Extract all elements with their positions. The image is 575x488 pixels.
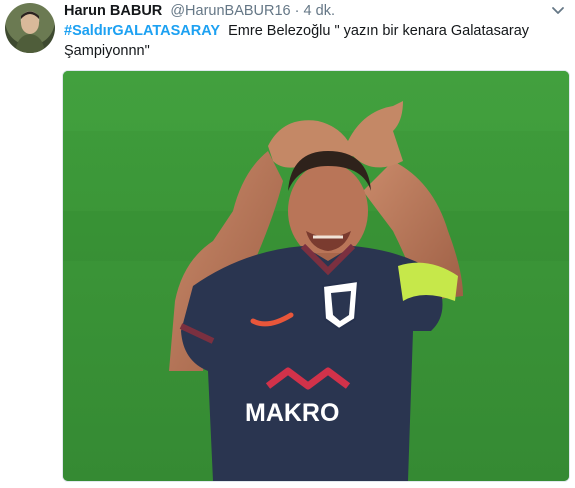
tweet-text: #SaldırGALATASARAY Emre Belezoğlu " yazı…	[64, 21, 544, 61]
tweet-timestamp[interactable]: 4 dk.	[304, 3, 335, 19]
tweet[interactable]: Harun BABUR @HarunBABUR16 · 4 dk. #Saldı…	[0, 0, 575, 488]
tweet-header: Harun BABUR @HarunBABUR16 · 4 dk.	[64, 1, 335, 21]
avatar[interactable]	[5, 3, 55, 53]
separator-dot: ·	[294, 3, 300, 19]
jersey-sponsor: MAKRO	[245, 399, 339, 427]
hashtag-link[interactable]: #SaldırGALATASARAY	[64, 23, 220, 39]
tweet-photo[interactable]: MAKRO	[62, 70, 570, 482]
author-handle[interactable]: @HarunBABUR16	[170, 3, 290, 19]
author-name[interactable]: Harun BABUR	[64, 3, 162, 19]
chevron-down-icon[interactable]	[550, 2, 566, 18]
